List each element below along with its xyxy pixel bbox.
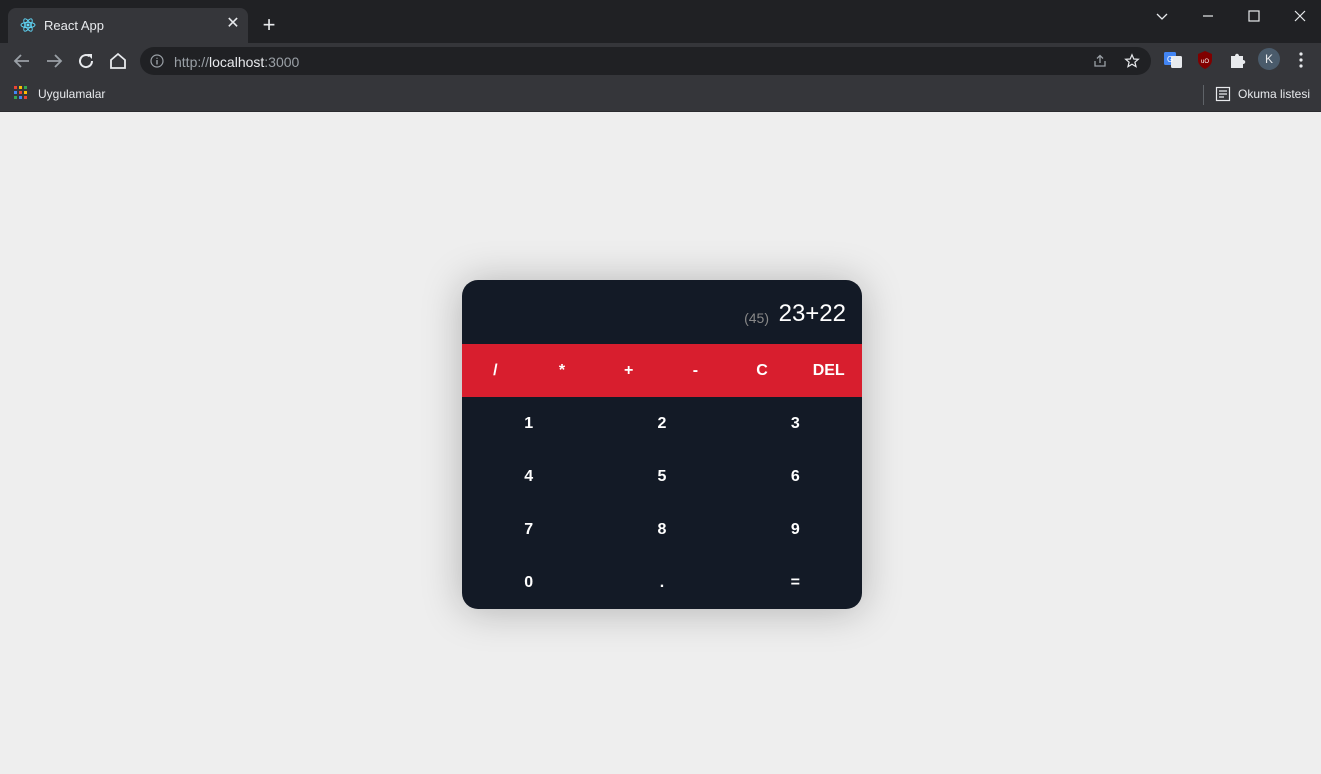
equals-button[interactable]: = [729, 556, 862, 609]
browser-tab[interactable]: React App ✕ [8, 8, 248, 43]
window-close-icon[interactable] [1290, 6, 1310, 26]
maximize-icon[interactable] [1244, 6, 1264, 26]
bookmark-apps-label[interactable]: Uygulamalar [38, 87, 105, 101]
svg-text:uO: uO [1201, 59, 1209, 65]
add-button[interactable]: + [595, 344, 662, 397]
divide-button[interactable]: / [462, 344, 529, 397]
operators-row: / * + - C DEL [462, 344, 862, 397]
digit-0-button[interactable]: 0 [462, 556, 595, 609]
reading-list-label[interactable]: Okuma listesi [1238, 87, 1310, 101]
decimal-button[interactable]: . [595, 556, 728, 609]
minimize-icon[interactable] [1198, 6, 1218, 26]
digit-4-button[interactable]: 4 [462, 450, 595, 503]
digit-9-button[interactable]: 9 [729, 503, 862, 556]
bookmarks-bar: Uygulamalar Okuma listesi [0, 79, 1321, 112]
share-icon[interactable] [1092, 53, 1108, 69]
chevron-down-icon[interactable] [1152, 6, 1172, 26]
menu-icon[interactable] [1290, 49, 1312, 71]
multiply-button[interactable]: * [529, 344, 596, 397]
subtract-button[interactable]: - [662, 344, 729, 397]
browser-titlebar: React App ✕ + [0, 0, 1321, 43]
digit-7-button[interactable]: 7 [462, 503, 595, 556]
forward-icon[interactable] [42, 49, 66, 73]
ublock-icon[interactable]: uO [1194, 49, 1216, 71]
react-icon [20, 18, 36, 32]
reload-icon[interactable] [74, 49, 98, 73]
info-icon[interactable] [150, 54, 164, 68]
plus-icon[interactable]: + [259, 14, 279, 36]
url-text[interactable]: http://localhost:3000 [174, 54, 299, 70]
result-preview: (45) [744, 310, 769, 326]
url-port: :3000 [264, 54, 300, 70]
calculator: (45) 23+22 / * + - C DEL 1 2 3 4 5 6 7 8… [462, 280, 862, 609]
address-bar[interactable]: http://localhost:3000 [140, 47, 1151, 75]
expression: 23+22 [778, 300, 846, 327]
digit-5-button[interactable]: 5 [595, 450, 728, 503]
tab-title: React App [44, 18, 104, 33]
digit-6-button[interactable]: 6 [729, 450, 862, 503]
calculator-display: (45) 23+22 [462, 280, 862, 344]
back-icon[interactable] [10, 49, 34, 73]
avatar[interactable]: K [1258, 48, 1280, 70]
digit-1-button[interactable]: 1 [462, 397, 595, 450]
home-icon[interactable] [106, 49, 130, 73]
clear-button[interactable]: C [729, 344, 796, 397]
svg-text:G: G [1167, 55, 1173, 64]
url-scheme: http:// [174, 54, 210, 70]
reading-list-icon[interactable] [1215, 86, 1231, 102]
digits-grid: 1 2 3 4 5 6 7 8 9 0 . = [462, 397, 862, 609]
apps-grid-icon[interactable] [14, 86, 28, 100]
digit-3-button[interactable]: 3 [729, 397, 862, 450]
browser-toolbar: http://localhost:3000 G uO K [0, 43, 1321, 79]
digit-2-button[interactable]: 2 [595, 397, 728, 450]
translate-icon[interactable]: G [1162, 49, 1184, 71]
puzzle-icon[interactable] [1226, 49, 1248, 71]
digit-8-button[interactable]: 8 [595, 503, 728, 556]
bookmarks-divider [1203, 85, 1204, 105]
delete-button[interactable]: DEL [795, 344, 862, 397]
url-host: localhost [209, 54, 265, 70]
star-icon[interactable] [1124, 53, 1140, 69]
close-icon[interactable]: ✕ [224, 15, 242, 33]
